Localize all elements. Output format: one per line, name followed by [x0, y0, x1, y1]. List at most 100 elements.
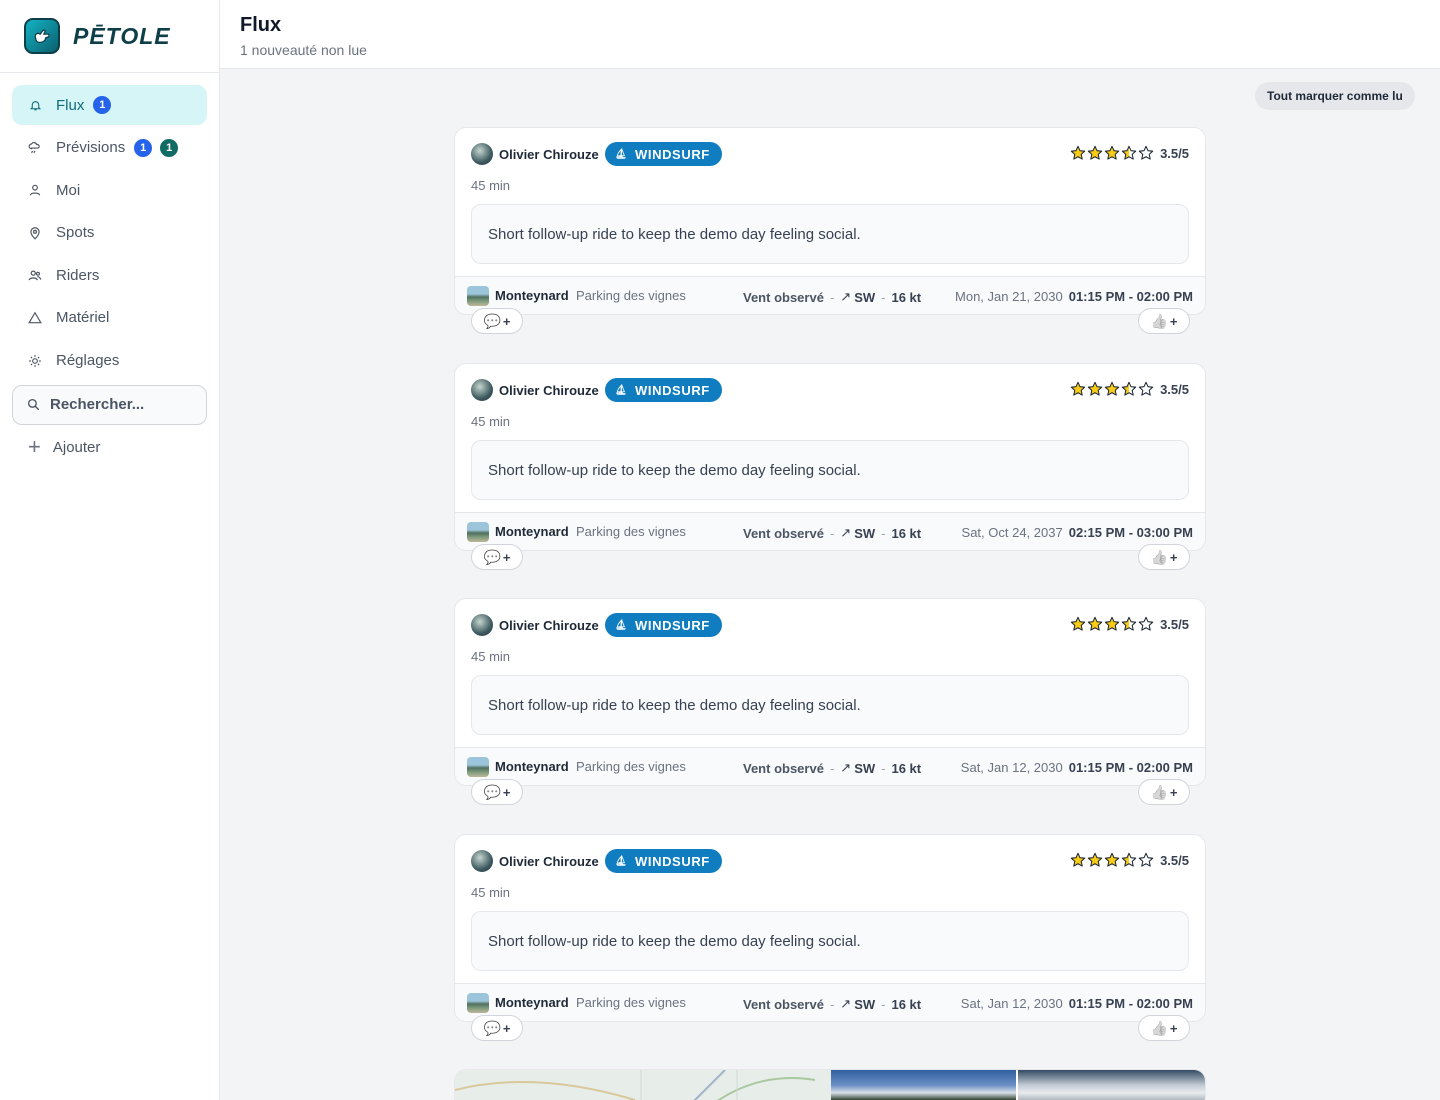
- spot-name[interactable]: Monteynard: [495, 759, 569, 774]
- session-date: Mon, Jan 21, 2030: [955, 289, 1063, 304]
- sport-label: WINDSURF: [635, 146, 710, 162]
- search-input[interactable]: Rechercher...: [12, 384, 207, 425]
- add-reaction-button[interactable]: 👍 +: [1138, 544, 1190, 570]
- session-time: 01:15 PM - 02:00 PM: [1068, 996, 1193, 1011]
- spot-name[interactable]: Monteynard: [495, 288, 569, 303]
- add-comment-button[interactable]: 💬 +: [471, 779, 523, 805]
- star-icon: [1121, 381, 1137, 396]
- session-time: 01:15 PM - 02:00 PM: [1068, 289, 1193, 304]
- sidebar-item-riders[interactable]: Riders: [12, 255, 207, 295]
- add-comment-button[interactable]: 💬 +: [471, 1015, 523, 1041]
- session-duration: 45 min: [471, 178, 511, 193]
- parking-name: Parking des vignes: [576, 524, 686, 539]
- session-card[interactable]: Olivier Chirouze ⛵︎ WINDSURF 3.5/5 45 min Sho…: [454, 834, 1206, 1041]
- add-button[interactable]: + Ajouter: [12, 434, 207, 459]
- session-time: 02:15 PM - 03:00 PM: [1068, 525, 1193, 540]
- spot-name[interactable]: Monteynard: [495, 995, 569, 1010]
- rating-value: 3.5/5: [1160, 852, 1189, 868]
- plus-icon: +: [1169, 313, 1178, 329]
- star-icon: [1138, 381, 1154, 396]
- avatar[interactable]: [471, 614, 493, 636]
- sail-icon: ⛵︎: [614, 619, 628, 631]
- separator: -: [881, 525, 886, 541]
- plus-icon: +: [1169, 784, 1178, 800]
- plus-icon: +: [1169, 1020, 1178, 1036]
- sidebar-item-flux[interactable]: Flux 1: [12, 85, 207, 125]
- author-name[interactable]: Olivier Chirouze: [499, 383, 599, 398]
- separator: -: [881, 760, 886, 776]
- session-card[interactable]: Olivier Chirouze ⛵︎ WINDSURF 3.5/5 45 min Sho…: [454, 127, 1206, 334]
- session-card[interactable]: Olivier Chirouze ⛵︎ WINDSURF 3.5/5 45 min Sho…: [454, 598, 1206, 805]
- author-name[interactable]: Olivier Chirouze: [499, 618, 599, 633]
- parking-name: Parking des vignes: [576, 995, 686, 1010]
- add-reaction-button[interactable]: 👍 +: [1138, 308, 1190, 334]
- star-icon: [1087, 381, 1103, 396]
- star-rating: [1070, 381, 1154, 397]
- star-icon: [1104, 852, 1120, 867]
- triangle-icon: [28, 311, 42, 325]
- sidebar-item-spots[interactable]: Spots: [12, 213, 207, 253]
- session-description: Short follow-up ride to keep the demo da…: [471, 440, 1189, 500]
- sidebar-item-moi[interactable]: Moi: [12, 170, 207, 210]
- sidebar-item-label: Matériel: [56, 309, 110, 327]
- star-icon: [1104, 381, 1120, 396]
- spot-thumbnail[interactable]: [467, 286, 489, 306]
- rating: 3.5/5: [1070, 616, 1189, 632]
- count-badge: 1: [134, 138, 153, 157]
- photo-thumbnail[interactable]: [831, 1070, 1016, 1100]
- sidebar-item-previsions[interactable]: Prévisions 1 1: [12, 128, 207, 168]
- photo-thumbnail[interactable]: [1016, 1070, 1205, 1100]
- avatar[interactable]: [471, 379, 493, 401]
- wind-direction: SW: [854, 289, 876, 305]
- logo[interactable]: PĒTOLE: [0, 0, 219, 73]
- mark-all-read-button[interactable]: Tout marquer comme lu: [1255, 82, 1415, 110]
- sport-badge: ⛵︎ WINDSURF: [604, 849, 722, 873]
- separator: -: [829, 996, 835, 1012]
- separator: -: [881, 289, 886, 305]
- count-badge: 1: [93, 96, 112, 114]
- arrow-up-right-icon: ↗: [840, 760, 852, 775]
- search-placeholder: Rechercher...: [50, 396, 145, 414]
- speech-bubble-icon: 💬: [483, 312, 501, 329]
- map-thumbnail[interactable]: [455, 1070, 831, 1100]
- wind-direction: SW: [854, 760, 876, 776]
- session-description: Short follow-up ride to keep the demo da…: [471, 911, 1189, 971]
- session-photos[interactable]: [454, 1069, 1206, 1100]
- sidebar-item-materiel[interactable]: Matériel: [12, 298, 207, 338]
- rating: 3.5/5: [1070, 852, 1189, 868]
- star-icon: [1104, 616, 1120, 631]
- session-card[interactable]: Olivier Chirouze ⛵︎ WINDSURF 3.5/5 45 min Sho…: [454, 363, 1206, 570]
- spot-thumbnail[interactable]: [467, 757, 489, 777]
- session-date: Sat, Jan 12, 2030: [960, 996, 1063, 1011]
- star-rating: [1070, 145, 1154, 161]
- sidebar-nav: Flux 1 Prévisions 1 1 Moi Spots Riders Matériel R…: [0, 73, 219, 381]
- wind-direction: SW: [854, 996, 876, 1012]
- spot-thumbnail[interactable]: [467, 993, 489, 1013]
- star-icon: [1138, 616, 1154, 631]
- observed-wind: Vent observé - ↗ SW -16 kt: [743, 289, 921, 305]
- avatar[interactable]: [471, 143, 493, 165]
- rating: 3.5/5: [1070, 381, 1189, 397]
- spot-name[interactable]: Monteynard: [495, 524, 569, 539]
- card-header: Olivier Chirouze ⛵︎ WINDSURF: [471, 849, 722, 873]
- add-reaction-button[interactable]: 👍 +: [1138, 1015, 1190, 1041]
- session-datetime: Mon, Jan 21, 2030 01:15 PM - 02:00 PM: [955, 289, 1193, 304]
- sidebar-item-reglages[interactable]: Réglages: [12, 341, 207, 381]
- avatar[interactable]: [471, 850, 493, 872]
- author-name[interactable]: Olivier Chirouze: [499, 854, 599, 869]
- author-name[interactable]: Olivier Chirouze: [499, 147, 599, 162]
- search-icon: [27, 399, 40, 411]
- rating: 3.5/5: [1070, 145, 1189, 161]
- speech-bubble-icon: 💬: [483, 1019, 501, 1036]
- plus-icon: +: [1169, 549, 1178, 565]
- session-time: 01:15 PM - 02:00 PM: [1068, 760, 1193, 775]
- sail-icon: ⛵︎: [614, 148, 628, 160]
- add-comment-button[interactable]: 💬 +: [471, 308, 523, 334]
- add-comment-button[interactable]: 💬 +: [471, 544, 523, 570]
- star-icon: [1138, 852, 1154, 867]
- spot-thumbnail[interactable]: [467, 522, 489, 542]
- add-reaction-button[interactable]: 👍 +: [1138, 779, 1190, 805]
- wind-speed: 16 kt: [891, 525, 922, 541]
- star-rating: [1070, 852, 1154, 868]
- plus-icon: +: [502, 784, 511, 800]
